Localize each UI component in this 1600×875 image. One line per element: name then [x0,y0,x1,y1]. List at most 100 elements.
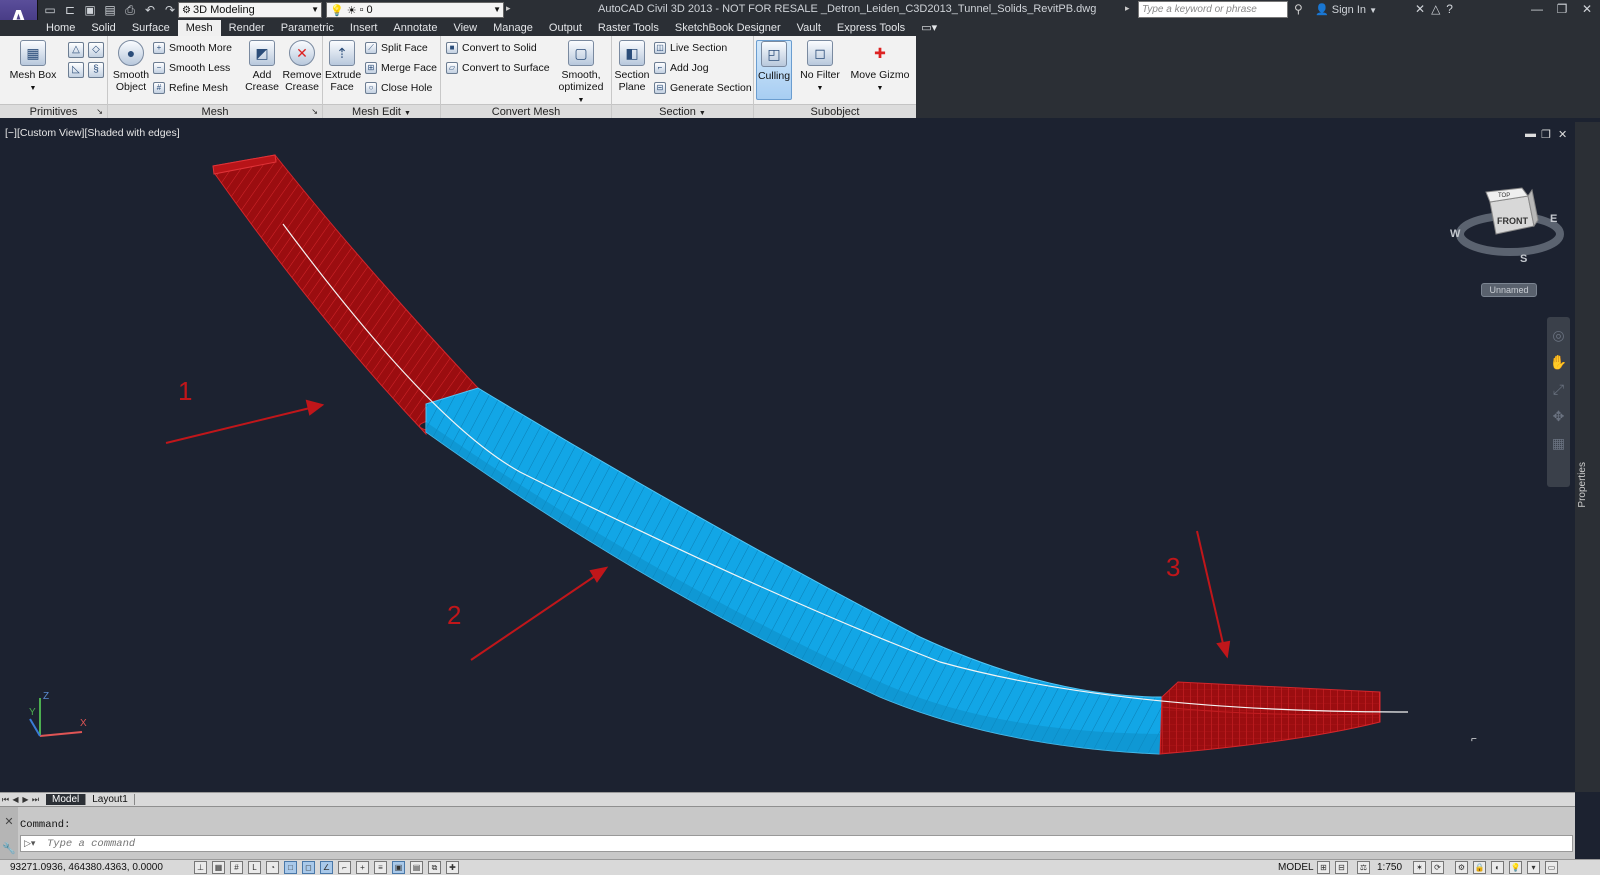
dynamic-ucs-icon[interactable]: ⌐ [338,861,351,874]
tab-model[interactable]: Model [46,794,87,805]
workspace-dropdown[interactable]: ⚙ 3D Modeling ▼ [178,2,322,18]
compass-south-label[interactable]: S [1520,253,1527,265]
next-layout-icon[interactable]: ▶ [21,795,30,805]
save-as-icon[interactable]: ▤ [102,2,118,18]
culling-button[interactable]: ◰ Culling [756,40,792,100]
pan-hand-icon[interactable]: ✋ [1547,354,1570,371]
tab-sketchbook-designer[interactable]: SketchBook Designer [667,20,789,36]
restore-icon[interactable]: ❐ [1553,2,1571,16]
remove-crease-button[interactable]: ✕ Remove Crease [282,40,322,93]
add-crease-button[interactable]: ◩ Add Crease [244,40,280,93]
tab-annotate[interactable]: Annotate [385,20,445,36]
tunnel-segment-2[interactable] [425,387,1163,755]
tab-solid[interactable]: Solid [83,20,123,36]
smooth-more-button[interactable]: + Smooth More [153,42,232,54]
cursor-coordinates[interactable]: 93271.0936, 464380.4363, 0.0000 [10,862,163,873]
dialog-launcher-icon[interactable]: ↘ [96,105,103,119]
tab-parametric[interactable]: Parametric [273,20,342,36]
lock-ui-icon[interactable]: 🔒 [1473,861,1486,874]
binoculars-icon[interactable]: ⚲ [1294,2,1303,16]
toolbar-overflow-icon[interactable]: ▸ [506,3,511,14]
ortho-mode-icon[interactable]: L [248,861,261,874]
last-layout-icon[interactable]: ⏭ [31,795,40,805]
print-icon[interactable]: ⎙ [122,2,138,18]
smooth-optimized-dropdown[interactable]: ▢ Smooth, optimized ▼ [555,40,607,107]
previous-layout-icon[interactable]: ◀ [11,795,20,805]
first-layout-icon[interactable]: ⏮ [1,795,10,805]
transparency-icon[interactable]: ▣ [392,861,405,874]
tunnel-segment-3[interactable] [1159,681,1381,755]
new-file-icon[interactable]: ▭ [42,2,58,18]
command-window-grip[interactable]: ✕ 🔧 [0,807,18,860]
showmotion-icon[interactable]: ▦ [1547,435,1570,452]
stay-connected-icon[interactable]: △ [1431,2,1440,16]
compass-east-label[interactable]: E [1550,213,1557,225]
tab-surface[interactable]: Surface [124,20,178,36]
clean-screen-icon[interactable]: ▭ [1545,861,1558,874]
model-space-toggle[interactable]: MODEL [1278,862,1314,873]
viewcube-front-label[interactable]: FRONT [1497,216,1528,226]
dialog-launcher-icon[interactable]: ↘ [311,105,318,119]
quick-view-layouts-icon[interactable]: ⊞ [1317,861,1330,874]
generate-section-button[interactable]: ⊟ Generate Section [654,82,752,94]
tab-insert[interactable]: Insert [342,20,386,36]
mesh-wedge-icon[interactable]: ◺ [68,62,84,78]
panel-title-mesh[interactable]: Mesh ↘ [108,104,322,118]
selection-cycling-icon[interactable]: ⧉ [428,861,441,874]
annotation-visibility-icon[interactable]: ✶ [1413,861,1426,874]
status-menu-icon[interactable]: ▾ [1527,861,1540,874]
tunnel-segment-1[interactable] [212,154,479,436]
quick-properties-icon[interactable]: ▤ [410,861,423,874]
layer-dropdown[interactable]: 💡 ☀ ▫ 0 ▼ [326,2,504,18]
hardware-acceleration-icon[interactable]: ◐ [1491,861,1504,874]
tab-layout1[interactable]: Layout1 [86,794,135,805]
tunnel-3d-model[interactable]: Z X Y ⌐ [0,122,1570,792]
tab-vault[interactable]: Vault [789,20,829,36]
help-icon[interactable]: ? [1446,2,1453,16]
search-input[interactable]: Type a keyword or phrase [1138,1,1288,18]
tab-manage[interactable]: Manage [485,20,541,36]
convert-to-surface-button[interactable]: ▱ Convert to Surface [446,62,550,74]
save-icon[interactable]: ▣ [82,2,98,18]
move-gizmo-dropdown[interactable]: ✚ Move Gizmo ▼ [850,40,910,95]
lineweight-icon[interactable]: ≡ [374,861,387,874]
panel-title-primitives[interactable]: Primitives ↘ [0,104,107,118]
annotation-scale-icon[interactable]: ⚖ [1357,861,1370,874]
tab-raster-tools[interactable]: Raster Tools [590,20,667,36]
auto-scale-icon[interactable]: ⟳ [1431,861,1444,874]
panel-title-mesh-edit[interactable]: Mesh Edit ▼ [323,104,440,118]
tab-home[interactable]: Home [38,20,83,36]
mesh-revolve-icon[interactable]: § [88,62,104,78]
steering-wheel-icon[interactable]: ◎ [1547,327,1570,344]
tab-mesh[interactable]: Mesh [177,20,221,36]
3d-object-snap-icon[interactable]: ◻ [302,861,315,874]
properties-palette[interactable]: Properties [1575,122,1600,792]
ucs-dropdown[interactable]: Unnamed [1481,283,1537,297]
viewcube[interactable]: FRONT TOP W S E [1450,182,1570,285]
grid-display-icon[interactable]: # [230,861,243,874]
compass-ring-icon[interactable]: FRONT TOP W S E [1450,182,1570,282]
tab-output[interactable]: Output [541,20,590,36]
undo-icon[interactable]: ↶ [142,2,158,18]
convert-to-solid-button[interactable]: ■ Convert to Solid [446,42,537,54]
infer-constraints-icon[interactable]: ⊥ [194,861,207,874]
workspace-switching-icon[interactable]: ⚙ [1455,861,1468,874]
object-snap-icon[interactable]: □ [284,861,297,874]
quick-view-drawings-icon[interactable]: ⊟ [1335,861,1348,874]
object-snap-tracking-icon[interactable]: ∠ [320,861,333,874]
smooth-less-button[interactable]: − Smooth Less [153,62,230,74]
polar-tracking-icon[interactable]: ◔ [266,861,279,874]
mesh-pyramid-icon[interactable]: ◇ [88,42,104,58]
section-plane-button[interactable]: ◧ Section Plane [614,40,650,93]
mesh-cone-icon[interactable]: △ [68,42,84,58]
search-expand-icon[interactable]: ▸ [1125,3,1130,14]
ribbon-toggle-icon[interactable]: ▭▾ [913,20,945,36]
viewcube-top-label[interactable]: TOP [1498,193,1510,199]
compass-west-label[interactable]: W [1450,228,1461,240]
orbit-icon[interactable]: ✥ [1547,408,1570,425]
command-input[interactable] [47,837,647,850]
no-filter-dropdown[interactable]: ◻ No Filter ▼ [798,40,842,95]
close-icon[interactable]: ✕ [1578,2,1596,16]
annotation-monitor-icon[interactable]: ✚ [446,861,459,874]
extrude-face-button[interactable]: ⇡ Extrude Face [325,40,361,93]
